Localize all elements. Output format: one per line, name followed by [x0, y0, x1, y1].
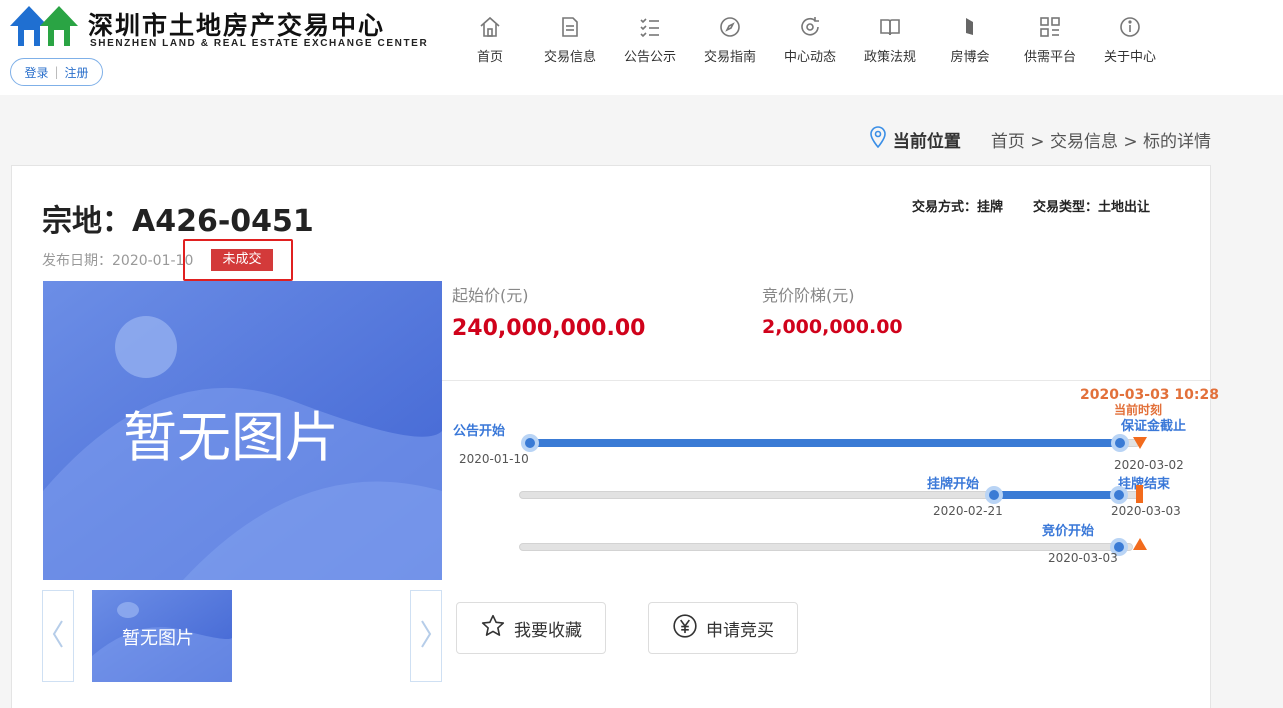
trade-mode: 交易方式：挂牌: [911, 200, 1003, 215]
nav-label: 房博会: [950, 50, 990, 65]
site-logo[interactable]: 深圳市土地房产交易中心 SHENZHEN LAND & REAL ESTATE …: [10, 4, 430, 52]
current-marker-bar-icon: [1136, 485, 1143, 503]
nav-item-trade-info[interactable]: 交易信息: [530, 14, 610, 74]
yen-icon: [672, 613, 698, 644]
status-highlight-box: 未成交: [183, 239, 293, 281]
row2-end-date: 2020-03-03: [1111, 504, 1181, 518]
lot-title: 宗地：A426-0451: [42, 204, 314, 239]
chevron-right-icon: [419, 619, 433, 653]
row3-track: [519, 543, 1133, 551]
row2-start-dot: [985, 486, 1003, 504]
increment-label: 竞价阶梯(元): [762, 286, 855, 305]
info-icon: [1117, 14, 1143, 40]
publish-date: 发布日期：2020-01-10: [42, 253, 194, 269]
nav-label: 关于中心: [1103, 50, 1156, 65]
location-pin-icon: [869, 126, 887, 153]
nav-item-home[interactable]: 首页: [450, 14, 530, 74]
row1-end-date: 2020-03-02: [1114, 458, 1184, 472]
trade-type: 交易类型：土地出让: [1032, 200, 1150, 215]
main-image-placeholder: 暂无图片: [43, 281, 442, 580]
nav-item-policy[interactable]: 政策法规: [850, 14, 930, 74]
book-icon: [877, 14, 903, 40]
apply-bid-button[interactable]: 申请竞买: [648, 602, 798, 654]
no-image-text: 暂无图片: [123, 406, 339, 469]
row2-start-date: 2020-02-21: [933, 504, 1003, 518]
status-badge: 未成交: [211, 249, 273, 271]
row2-end-dot: [1110, 486, 1128, 504]
start-price-label: 起始价(元): [452, 286, 529, 305]
compass-icon: [717, 14, 743, 40]
breadcrumb-title: 当前位置: [892, 132, 961, 152]
row3-start-label: 竞价开始: [1042, 524, 1095, 539]
row1-start-date: 2020-01-10: [459, 452, 529, 466]
thumb-prev-button[interactable]: [42, 590, 74, 682]
flag-icon: [957, 14, 983, 40]
logo-english-name: SHENZHEN LAND & REAL ESTATE EXCHANGE CEN…: [90, 38, 429, 49]
nav-item-about[interactable]: 关于中心: [1090, 14, 1170, 74]
current-marker-up-icon: [1133, 538, 1147, 550]
nav-item-news[interactable]: 中心动态: [770, 14, 850, 74]
grid-icon: [1037, 14, 1063, 40]
house-logo-icon: [10, 6, 78, 46]
row1-start-dot: [521, 434, 539, 452]
star-icon: [480, 613, 506, 644]
detail-card: 宗地：A426-0451 交易方式：挂牌 交易类型：土地出让 发布日期：2020…: [11, 165, 1219, 708]
increment-block: 竞价阶梯(元) 2,000,000.00: [762, 282, 903, 338]
nav-item-guide[interactable]: 交易指南: [690, 14, 770, 74]
nav-label: 交易信息: [543, 50, 596, 65]
favorite-button[interactable]: 我要收藏: [456, 602, 606, 654]
breadcrumb: 当前位置 首页 > 交易信息 > 标的详情: [869, 126, 1211, 153]
auth-links: 登录 | 注册: [10, 58, 103, 86]
row1-end-label: 保证金截止: [1121, 419, 1187, 434]
thumb-next-button[interactable]: [410, 590, 442, 682]
trade-meta: 交易方式：挂牌 交易类型：土地出让: [912, 196, 1150, 215]
current-marker-down-icon: [1133, 437, 1147, 449]
document-icon: [557, 14, 583, 40]
main-nav: 首页 交易信息 公告公示 交易指南 中心动态 政策法规 房博会 供需平台 关于中…: [450, 14, 1170, 74]
nav-label: 交易指南: [703, 50, 756, 65]
nav-label: 供需平台: [1023, 50, 1076, 65]
thumbnail-image[interactable]: 暂无图片: [92, 590, 232, 682]
row2-progress: [994, 491, 1120, 499]
nav-item-announcements[interactable]: 公告公示: [610, 14, 690, 74]
chevron-left-icon: [51, 619, 65, 653]
nav-item-platform[interactable]: 供需平台: [1010, 14, 1090, 74]
nav-item-expo[interactable]: 房博会: [930, 14, 1010, 74]
apply-bid-label: 申请竞买: [706, 620, 774, 641]
start-price-block: 起始价(元) 240,000,000.00: [452, 282, 645, 341]
nav-label: 首页: [476, 50, 503, 65]
favorite-label: 我要收藏: [514, 620, 582, 641]
start-price-value: 240,000,000.00: [452, 316, 646, 341]
top-header: 深圳市土地房产交易中心 SHENZHEN LAND & REAL ESTATE …: [0, 0, 1283, 95]
logo-chinese-name: 深圳市土地房产交易中心: [88, 11, 386, 40]
row1-end-dot: [1111, 434, 1129, 452]
refresh-icon: [797, 14, 823, 40]
trade-timeline: 2020-03-03 10:28 当前时刻 公告开始 保证金截止 2020-01…: [442, 381, 1219, 581]
increment-value: 2,000,000.00: [762, 316, 903, 338]
checklist-icon: [637, 14, 663, 40]
nav-label: 公告公示: [623, 50, 676, 65]
breadcrumb-path[interactable]: 首页 > 交易信息 > 标的详情: [991, 127, 1211, 152]
row1-progress: [530, 439, 1120, 447]
auth-separator: |: [54, 65, 59, 79]
home-icon: [477, 14, 503, 40]
nav-label: 中心动态: [783, 50, 836, 65]
row3-start-date: 2020-03-03: [1048, 551, 1118, 565]
login-link[interactable]: 登录: [24, 64, 48, 81]
thumbnail-no-image-text: 暂无图片: [122, 628, 194, 649]
register-link[interactable]: 注册: [65, 64, 89, 81]
row2-start-label: 挂牌开始: [927, 477, 980, 492]
row1-start-label: 公告开始: [453, 424, 506, 439]
nav-label: 政策法规: [863, 50, 916, 65]
